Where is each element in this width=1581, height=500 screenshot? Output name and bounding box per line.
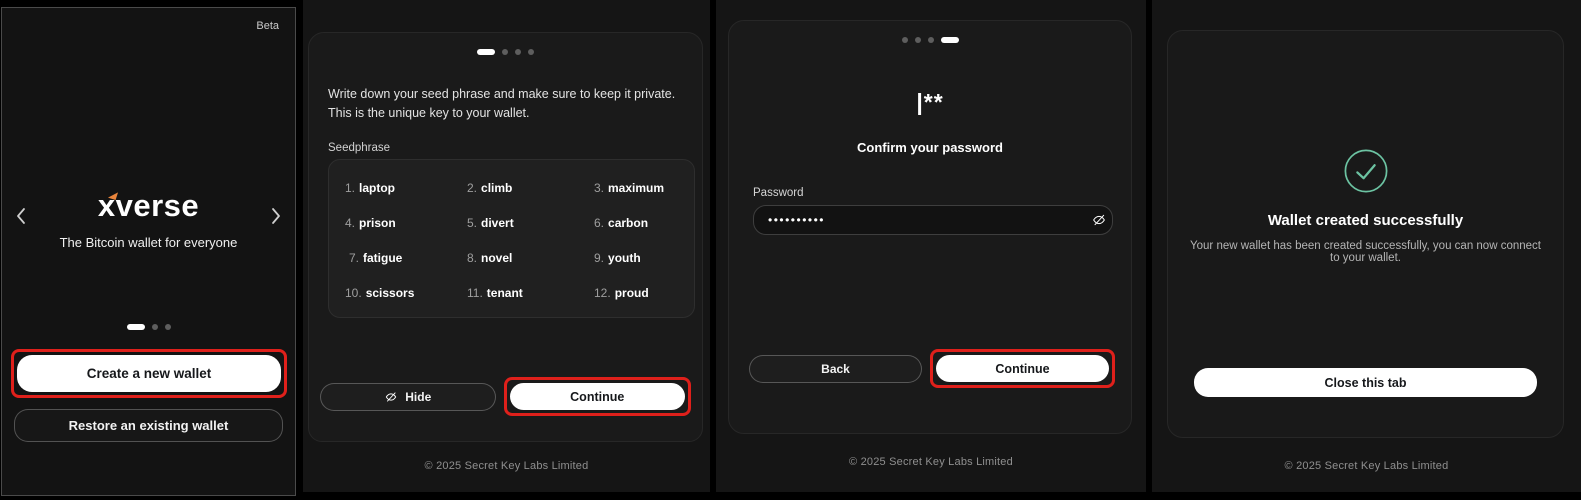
seed-word: 3.maximum xyxy=(594,181,684,195)
panel-welcome: Beta xverse The Bitcoin wallet for every… xyxy=(1,7,296,496)
password-input[interactable] xyxy=(754,213,1086,227)
tagline: The Bitcoin wallet for everyone xyxy=(2,235,295,250)
success-subtext: Your new wallet has been created success… xyxy=(1188,240,1543,264)
seed-word: 4.prison xyxy=(345,216,467,230)
panel-confirm-password: |** Confirm your password Password Back … xyxy=(716,0,1146,492)
continue-button[interactable]: Continue xyxy=(936,355,1109,382)
carousel-dots xyxy=(2,324,295,330)
success-heading: Wallet created successfully xyxy=(1168,212,1563,229)
step-dot xyxy=(528,49,534,55)
seedphrase-card: Write down your seed phrase and make sur… xyxy=(308,32,703,442)
seed-word: 12.proud xyxy=(594,286,684,300)
success-check-icon xyxy=(1343,148,1389,194)
carousel-dot-active xyxy=(127,324,145,330)
toggle-password-visibility-button[interactable] xyxy=(1086,212,1112,228)
back-button[interactable]: Back xyxy=(749,355,922,383)
step-dot xyxy=(928,37,934,43)
seed-word: 10.scissors xyxy=(345,286,467,300)
step-dots xyxy=(729,37,1131,43)
carousel-dot xyxy=(152,324,158,330)
beta-badge: Beta xyxy=(256,20,279,32)
carousel-dot xyxy=(165,324,171,330)
password-typing-icon: |** xyxy=(729,89,1131,116)
step-dot xyxy=(515,49,521,55)
seed-word: 7.fatigue xyxy=(345,251,467,265)
seed-word: 1.laptop xyxy=(345,181,467,195)
seed-description: Write down your seed phrase and make sur… xyxy=(328,85,698,124)
onboarding-flow: Beta xverse The Bitcoin wallet for every… xyxy=(0,0,1581,500)
seed-word-grid: 1.laptop 2.climb 3.maximum 4.prison 5.di… xyxy=(328,159,695,318)
close-tab-button[interactable]: Close this tab xyxy=(1194,368,1537,397)
copyright-footer: © 2025 Secret Key Labs Limited xyxy=(1152,460,1581,472)
success-card: Wallet created successfully Your new wal… xyxy=(1167,30,1564,438)
step-dots xyxy=(309,49,702,55)
continue-button[interactable]: Continue xyxy=(510,383,686,410)
seed-word: 8.novel xyxy=(467,251,594,265)
hide-seed-button[interactable]: Hide xyxy=(320,383,496,411)
create-wallet-button[interactable]: Create a new wallet xyxy=(17,355,281,392)
seed-word: 11.tenant xyxy=(467,286,594,300)
xverse-logo: xverse xyxy=(2,188,295,224)
password-card: |** Confirm your password Password Back … xyxy=(728,20,1132,434)
panel-wallet-created: Wallet created successfully Your new wal… xyxy=(1152,0,1581,492)
eye-slash-icon xyxy=(1091,212,1107,228)
eye-slash-icon xyxy=(384,390,398,404)
copyright-footer: © 2025 Secret Key Labs Limited xyxy=(716,456,1146,468)
seedphrase-label: Seedphrase xyxy=(328,142,390,154)
seed-word: 6.carbon xyxy=(594,216,684,230)
seed-word: 2.climb xyxy=(467,181,594,195)
password-label: Password xyxy=(753,187,804,199)
highlight-box: Continue xyxy=(930,349,1115,388)
step-dot xyxy=(915,37,921,43)
panel-seedphrase: Write down your seed phrase and make sur… xyxy=(303,0,710,492)
step-dot xyxy=(902,37,908,43)
highlight-box: Create a new wallet xyxy=(11,349,287,398)
seed-word: 9.youth xyxy=(594,251,684,265)
password-field-wrap xyxy=(753,205,1113,235)
seed-word: 5.divert xyxy=(467,216,594,230)
step-dot-active xyxy=(941,37,959,43)
restore-wallet-button[interactable]: Restore an existing wallet xyxy=(14,409,283,442)
step-dot-active xyxy=(477,49,495,55)
confirm-password-heading: Confirm your password xyxy=(729,140,1131,155)
step-dot xyxy=(502,49,508,55)
highlight-box: Continue xyxy=(504,377,692,416)
copyright-footer: © 2025 Secret Key Labs Limited xyxy=(303,460,710,472)
